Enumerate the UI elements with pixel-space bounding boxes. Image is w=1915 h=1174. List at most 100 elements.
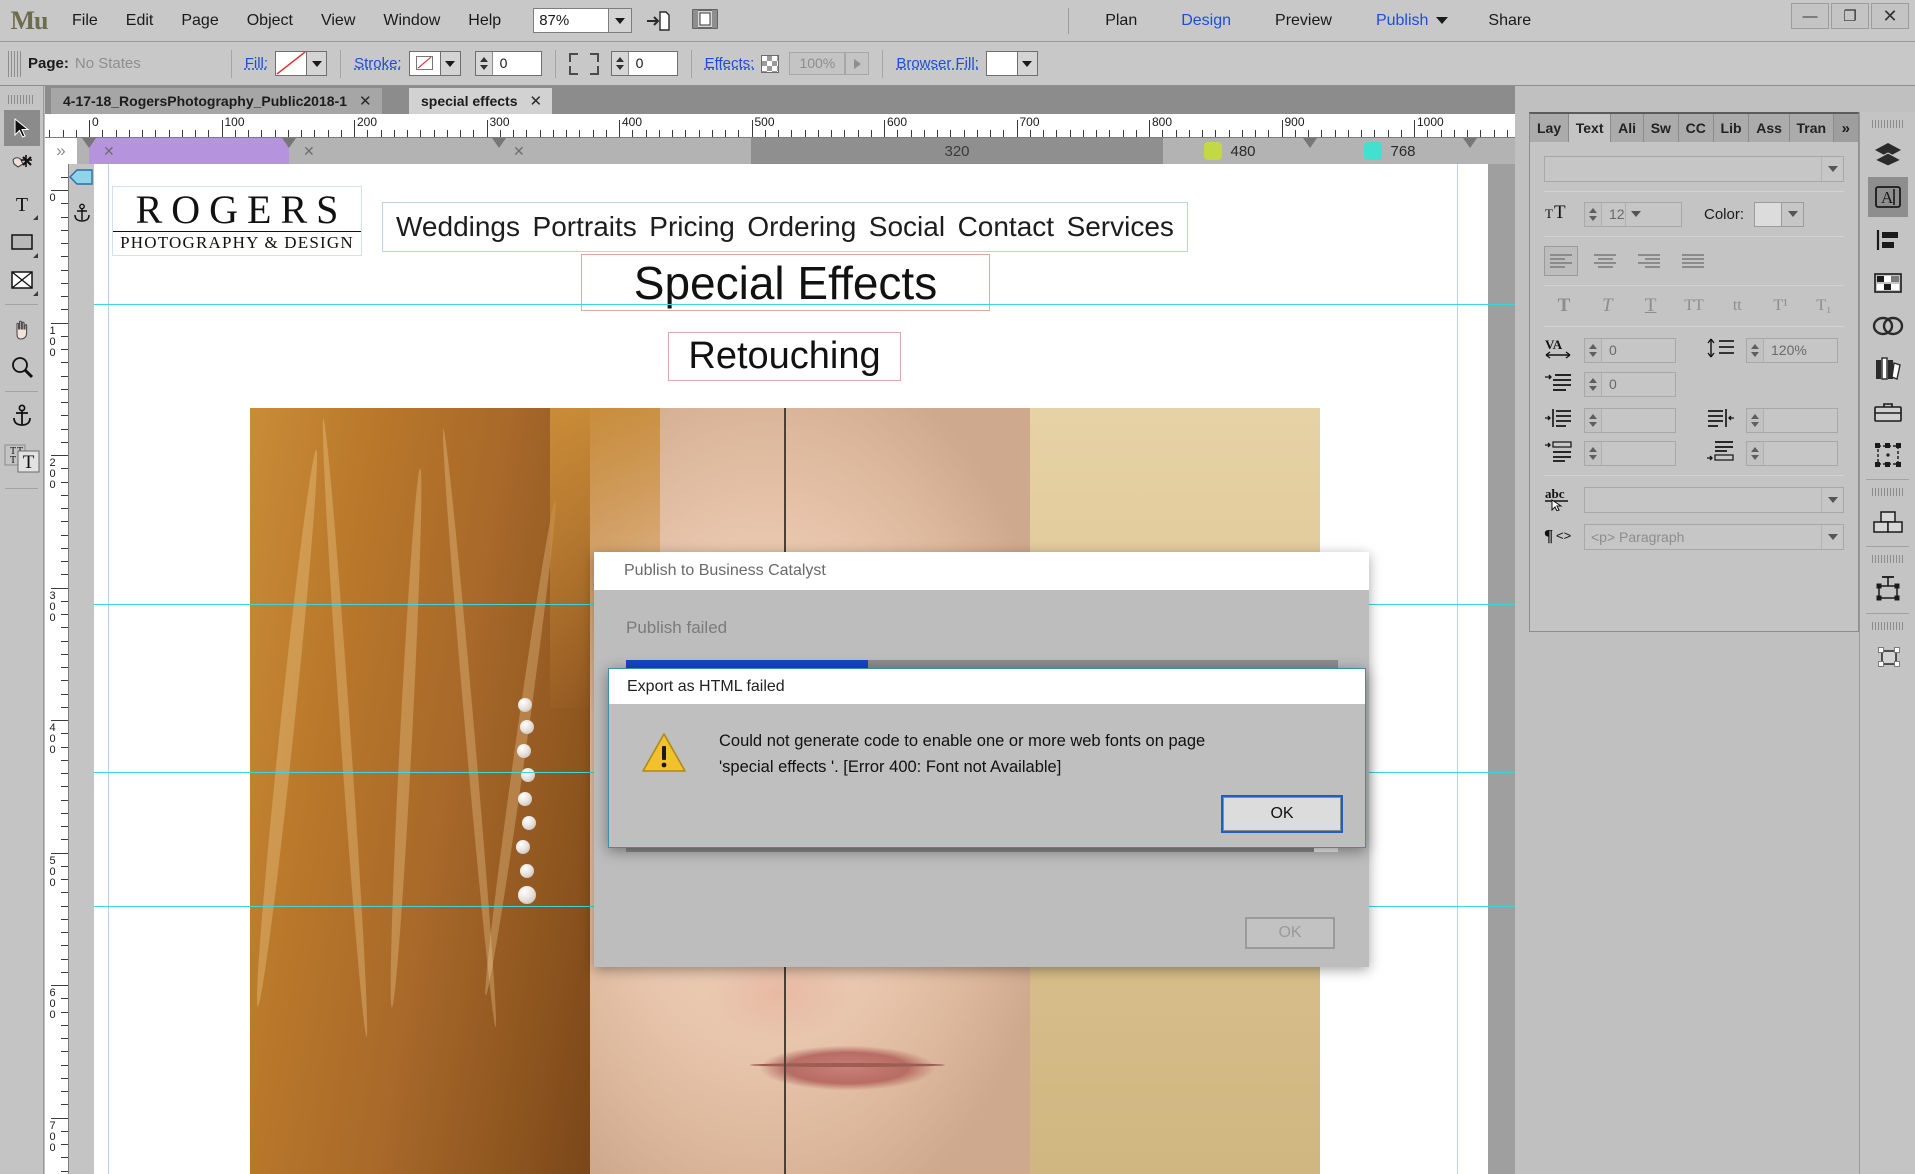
site-logo[interactable]: ROGERS PHOTOGRAPHY & DESIGN (112, 186, 362, 256)
panel-tab-swatches[interactable]: Sw (1643, 114, 1679, 142)
breakpoint-320[interactable]: 320 (751, 138, 1163, 164)
corner-radius-arrows[interactable] (611, 52, 629, 75)
resize-handles-icon[interactable] (1868, 636, 1908, 676)
browser-fill-dropdown-arrow[interactable] (1017, 51, 1038, 76)
fill-dropdown-arrow[interactable] (307, 51, 328, 76)
left-indent-arrows[interactable] (1585, 408, 1602, 432)
canvas-guide[interactable] (94, 304, 1515, 305)
maximize-icon[interactable]: ❐ (1831, 3, 1869, 29)
library-icon[interactable] (1868, 349, 1908, 389)
right-indent-arrows[interactable] (1747, 408, 1764, 432)
corner-radius-value[interactable]: 0 (629, 52, 677, 75)
transform-icon[interactable] (1868, 569, 1908, 609)
breakpoint-close-icon[interactable]: ✕ (303, 143, 315, 160)
align-center-button[interactable] (1588, 246, 1622, 276)
panel-tab-transform[interactable]: Tran (1789, 114, 1834, 142)
breakpoint-close-icon[interactable]: ✕ (103, 143, 115, 160)
superscript-button[interactable]: T¹ (1761, 297, 1801, 315)
space-before-arrows[interactable] (1585, 441, 1602, 465)
widgets-icon[interactable] (1868, 435, 1908, 475)
tracking-stepper[interactable]: 0 (1584, 337, 1676, 363)
panel-tab-assets[interactable]: Ass (1749, 114, 1790, 142)
panel-tab-align[interactable]: Ali (1611, 114, 1644, 142)
nav-item-social[interactable]: Social (869, 211, 945, 243)
menu-object[interactable]: Object (233, 0, 307, 42)
stroke-width-stepper[interactable]: 0 (474, 51, 542, 76)
workspace-publish[interactable]: Publish (1354, 0, 1436, 42)
breakpoint-collapse-icon[interactable]: » (45, 138, 77, 164)
menu-help[interactable]: Help (454, 0, 515, 42)
toolbox-grip[interactable] (8, 90, 35, 108)
fill-label[interactable]: Fill: (245, 55, 268, 72)
stroke-dropdown-arrow[interactable] (440, 51, 461, 76)
anchor-tool[interactable] (4, 398, 40, 434)
font-size-dropdown-arrow[interactable] (1624, 202, 1647, 226)
font-family-select[interactable] (1544, 156, 1844, 182)
tab-close-icon[interactable]: ✕ (530, 92, 543, 110)
image-placeholder-tool[interactable] (4, 262, 40, 298)
paragraph-style-dropdown-arrow[interactable] (1821, 525, 1843, 549)
tab-close-icon[interactable]: ✕ (359, 92, 372, 110)
stroke-width-value[interactable]: 0 (493, 52, 541, 75)
underline-button[interactable]: T (1631, 295, 1671, 317)
tracking-value[interactable]: 0 (1602, 339, 1617, 362)
minimize-icon[interactable]: — (1791, 3, 1829, 29)
first-line-indent-stepper[interactable]: 0 (1584, 371, 1676, 397)
font-family-dropdown-arrow[interactable] (1821, 157, 1843, 181)
zoom-dropdown-arrow[interactable] (609, 8, 633, 33)
effects-label[interactable]: Effects: (705, 55, 755, 72)
tracking-arrows[interactable] (1585, 338, 1602, 362)
breakpoint-segment[interactable]: ✕ (89, 138, 289, 164)
workspace-plan[interactable]: Plan (1083, 0, 1159, 42)
breakpoint-marker[interactable] (82, 138, 96, 148)
workspace-share[interactable]: Share (1466, 0, 1553, 42)
font-size-stepper[interactable]: 12 (1584, 201, 1682, 227)
font-size-value[interactable]: 12 (1602, 203, 1625, 226)
panel-tab-text[interactable]: Text (1568, 114, 1612, 142)
effects-swatch-icon[interactable] (761, 54, 780, 73)
space-after-stepper[interactable] (1746, 440, 1838, 466)
left-indent-value[interactable] (1602, 409, 1609, 432)
page-states-value[interactable]: No States (75, 55, 141, 72)
align-left-button[interactable] (1544, 246, 1578, 276)
rectangle-tool-flyout-arrow[interactable] (32, 253, 38, 258)
menu-file[interactable]: File (58, 0, 112, 42)
breakpoint-768[interactable]: 768 (1335, 138, 1445, 164)
text-color-dropdown-arrow[interactable] (1782, 201, 1805, 227)
nav-item-ordering[interactable]: Ordering (747, 211, 856, 243)
character-style-select[interactable] (1584, 487, 1844, 513)
indent-value[interactable]: 0 (1602, 373, 1617, 396)
preview-in-browser-icon[interactable] (692, 8, 718, 34)
breakpoint-marker[interactable] (1463, 138, 1477, 148)
canvas-anchor-icon[interactable] (70, 200, 94, 226)
dock-grip[interactable] (1872, 117, 1903, 131)
text-panel-icon[interactable]: A (1867, 177, 1908, 217)
bold-button[interactable]: T (1544, 295, 1584, 317)
font-size-arrows[interactable] (1585, 202, 1602, 226)
nav-item-weddings[interactable]: Weddings (396, 211, 520, 243)
menu-edit[interactable]: Edit (112, 0, 168, 42)
cc-libraries-icon[interactable] (1868, 306, 1908, 346)
character-style-dropdown-arrow[interactable] (1821, 488, 1843, 512)
vertical-ruler[interactable]: 0 100 200 300 400 500 600 700 (45, 164, 69, 1174)
align-icon[interactable] (1868, 220, 1908, 260)
align-justify-button[interactable] (1676, 246, 1710, 276)
tab-special-effects[interactable]: special effects ✕ (409, 88, 553, 114)
panel-tab-cc[interactable]: CC (1678, 114, 1714, 142)
tab-rogers-photography[interactable]: 4-17-18_RogersPhotography_Public2018-1 ✕ (51, 88, 382, 114)
small-caps-button[interactable]: tt (1717, 297, 1757, 315)
space-before-stepper[interactable] (1584, 440, 1676, 466)
panel-tab-layers[interactable]: Lay (1530, 114, 1569, 142)
leading-stepper[interactable]: 120% (1746, 337, 1838, 363)
dock-grip[interactable] (1872, 619, 1903, 633)
menu-window[interactable]: Window (369, 0, 454, 42)
stroke-width-arrows[interactable] (475, 52, 493, 75)
corner-radius-stepper[interactable]: 0 (610, 51, 678, 76)
stroke-swatch[interactable] (408, 51, 441, 76)
publish-dropdown-arrow[interactable] (1436, 17, 1466, 24)
hand-tool[interactable] (4, 311, 40, 347)
crop-tool[interactable] (4, 148, 40, 184)
swatches-icon[interactable] (1868, 263, 1908, 303)
italic-button[interactable]: T (1587, 295, 1627, 317)
control-bar-grip[interactable] (8, 50, 22, 77)
